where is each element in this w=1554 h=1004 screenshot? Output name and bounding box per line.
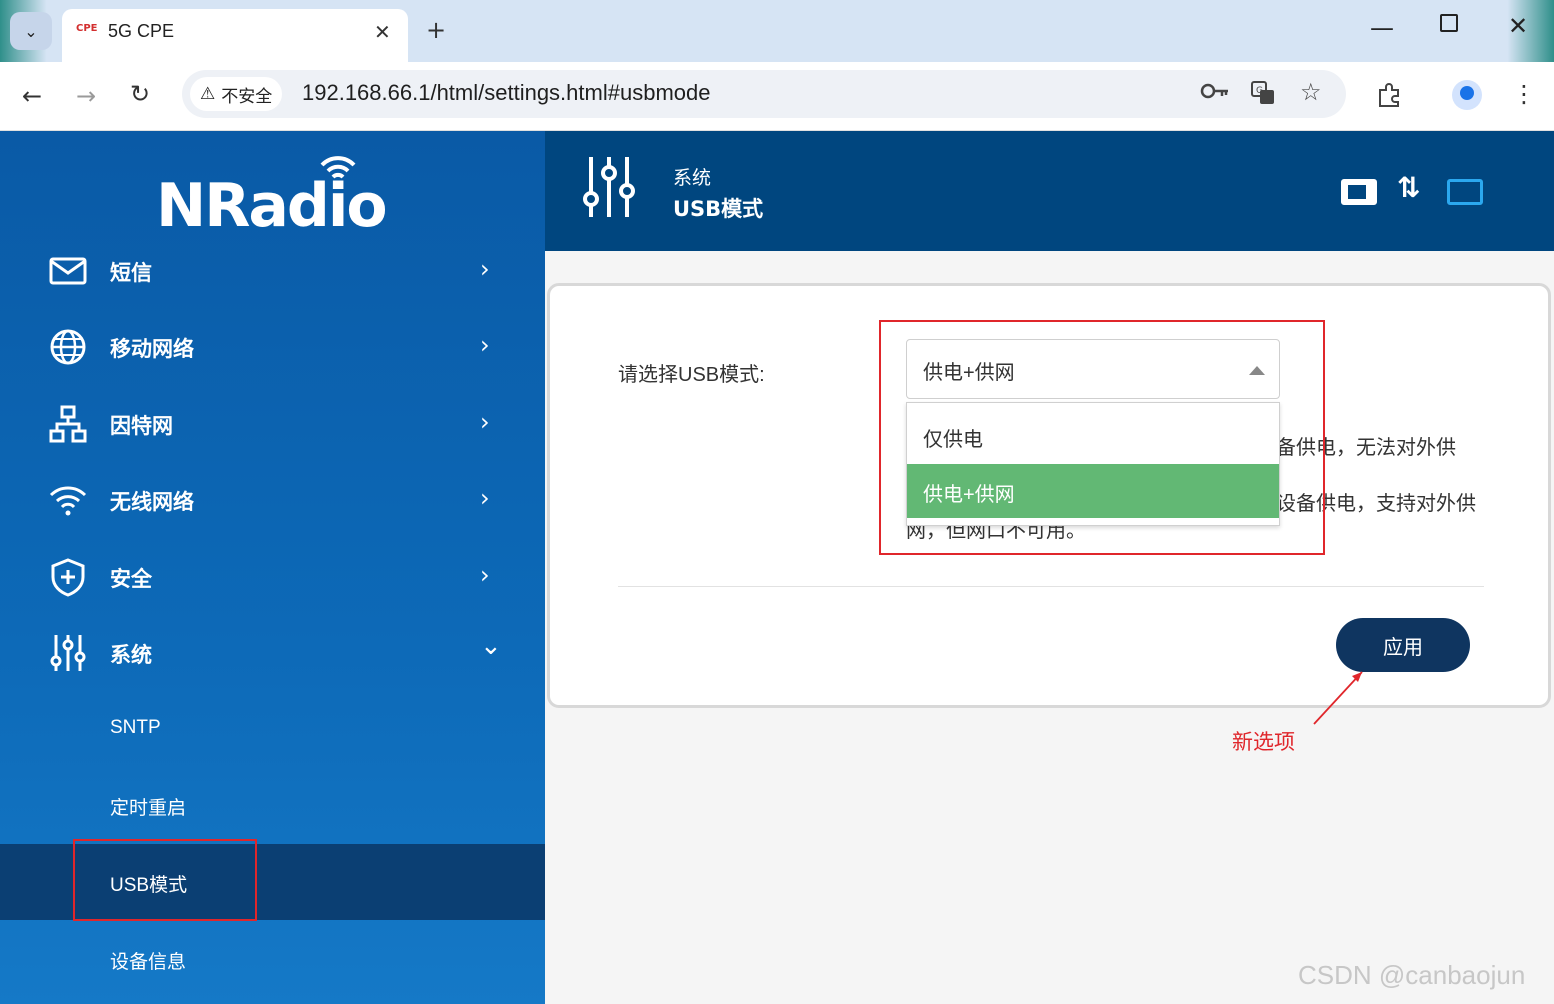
sidebar-item-label: 因特网 [110, 414, 173, 438]
sim-icon-inner [1348, 185, 1366, 199]
chevron-right-icon: › [480, 484, 490, 512]
minimize-button[interactable]: — [1370, 14, 1394, 42]
sidebar-item-sms[interactable]: 短信 › [0, 233, 545, 309]
sidebar-item-label: 系统 [110, 643, 152, 667]
sidebar-item-label: 移动网络 [110, 337, 194, 361]
chevron-right-icon: › [480, 255, 490, 283]
annotation-arrow-icon [1313, 671, 1363, 725]
usb-mode-label: 请选择USB模式: [618, 364, 765, 386]
browser-tab[interactable]: CPE 5G CPE ✕ [62, 9, 408, 62]
key-icon[interactable] [1200, 80, 1230, 107]
page-title: USB模式 [673, 197, 764, 221]
sidebar-subitem-scheduled-reboot[interactable]: 定时重启 [0, 767, 545, 843]
window-close-button[interactable]: ✕ [1508, 12, 1528, 40]
data-transfer-icon: ⇅ [1397, 171, 1421, 204]
forward-button[interactable]: → [76, 82, 96, 110]
globe-icon [50, 329, 86, 365]
svg-text:G: G [1256, 86, 1263, 96]
chevron-down-icon: ⌄ [480, 631, 502, 661]
apply-button[interactable]: 应用 [1336, 618, 1470, 672]
extensions-icon[interactable] [1376, 82, 1402, 114]
translate-icon[interactable]: G [1250, 80, 1276, 111]
url-text[interactable]: 192.168.66.1/html/settings.html#usbmode [302, 80, 710, 106]
sliders-icon [50, 635, 86, 671]
mail-icon [49, 257, 87, 285]
security-indicator[interactable]: ⚠ 不安全 [190, 77, 283, 111]
security-label: 不安全 [221, 86, 273, 106]
sidebar-item-label: 安全 [110, 567, 152, 591]
sidebar-item-label: 无线网络 [110, 490, 194, 514]
back-button[interactable]: ← [22, 82, 42, 110]
chevron-right-icon: › [480, 408, 490, 436]
wifi-icon [49, 486, 87, 516]
sidebar-item-label: 短信 [110, 261, 152, 285]
sidebar-subitem-sntp[interactable]: SNTP [0, 691, 545, 767]
divider [618, 586, 1484, 587]
browser-tab-strip: ⌄ CPE 5G CPE ✕ + — ✕ [0, 0, 1554, 62]
chevron-down-icon: ⌄ [24, 21, 38, 41]
page-category: 系统 [673, 168, 712, 189]
new-tab-button[interactable]: + [426, 16, 446, 44]
more-icon[interactable]: ⋮ [1512, 80, 1536, 108]
warning-icon: ⚠ [200, 84, 216, 103]
sidebar-item-security[interactable]: 安全 › [0, 539, 545, 615]
sim-icon [1341, 179, 1377, 205]
sidebar: NRadio 短信 › 移动网络 › 因特网 › 无线网络 › 安全 › 系统 … [0, 131, 545, 1004]
sidebar-item-system[interactable]: 系统 ⌄ [0, 615, 545, 691]
sidebar-subitem-label: 设备信息 [110, 952, 187, 973]
network-status-icon [1447, 179, 1483, 205]
maximize-button[interactable] [1440, 14, 1458, 32]
reload-button[interactable]: ↻ [130, 80, 150, 108]
star-icon[interactable]: ☆ [1300, 78, 1322, 106]
shield-icon [51, 558, 85, 597]
page-header: 系统 USB模式 ⇅ [545, 131, 1554, 251]
address-bar[interactable]: ⚠ 不安全 192.168.66.1/html/settings.html#us… [182, 70, 1346, 118]
sidebar-subitem-device-info[interactable]: 设备信息 [0, 921, 545, 997]
sidebar-subitem-label: SNTP [110, 717, 161, 738]
annotation-highlight-box [879, 320, 1325, 555]
network-icon [49, 405, 87, 443]
tab-title: 5G CPE [108, 21, 175, 41]
tab-favicon: CPE [76, 23, 98, 34]
watermark: CSDN @canbaojun [1298, 960, 1526, 990]
sidebar-item-wireless[interactable]: 无线网络 › [0, 462, 545, 538]
sliders-icon [583, 157, 635, 217]
tab-close-icon[interactable]: ✕ [374, 20, 391, 44]
chevron-right-icon: › [480, 331, 490, 359]
profile-avatar [1460, 86, 1474, 100]
chevron-right-icon: › [480, 561, 490, 589]
logo-wifi-icon [320, 156, 356, 179]
annotation-highlight-box [73, 839, 257, 921]
sidebar-item-mobile-network[interactable]: 移动网络 › [0, 309, 545, 385]
tab-search-button[interactable]: ⌄ [10, 12, 52, 50]
sidebar-subitem-label: 定时重启 [110, 798, 187, 819]
profile-icon[interactable] [1452, 80, 1482, 110]
annotation-label: 新选项 [1232, 731, 1295, 754]
sidebar-item-internet[interactable]: 因特网 › [0, 386, 545, 462]
